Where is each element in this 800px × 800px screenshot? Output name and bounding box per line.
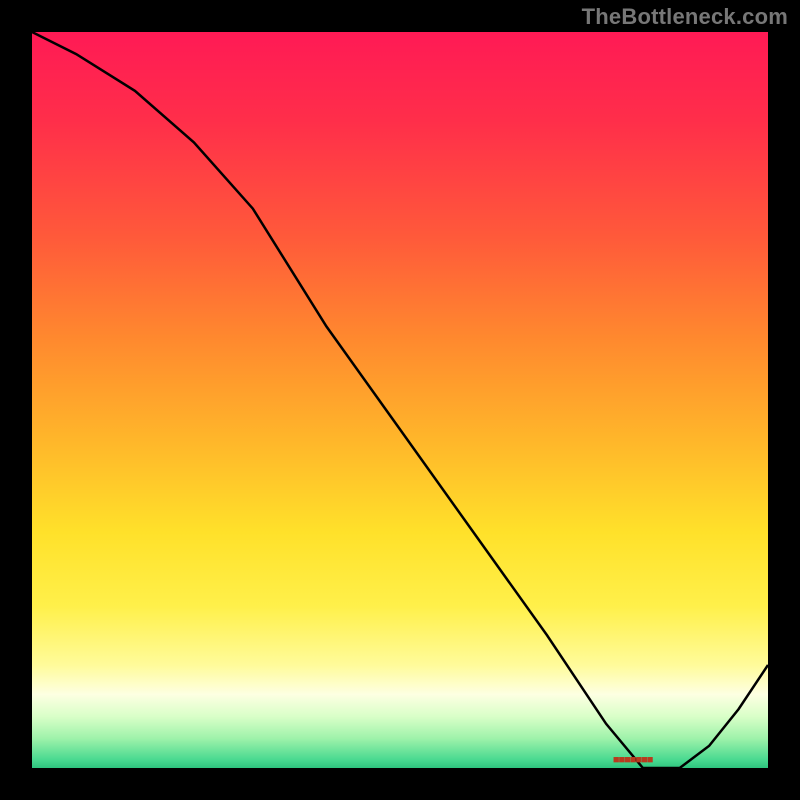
line-svg — [32, 32, 768, 768]
min-marker: ■■■■■■■ — [613, 754, 653, 766]
bottleneck-line — [32, 32, 768, 768]
plot-area: ■■■■■■■ — [32, 32, 768, 768]
watermark-text: TheBottleneck.com — [582, 4, 788, 30]
chart-root: TheBottleneck.com ■■■■■■■ — [0, 0, 800, 800]
